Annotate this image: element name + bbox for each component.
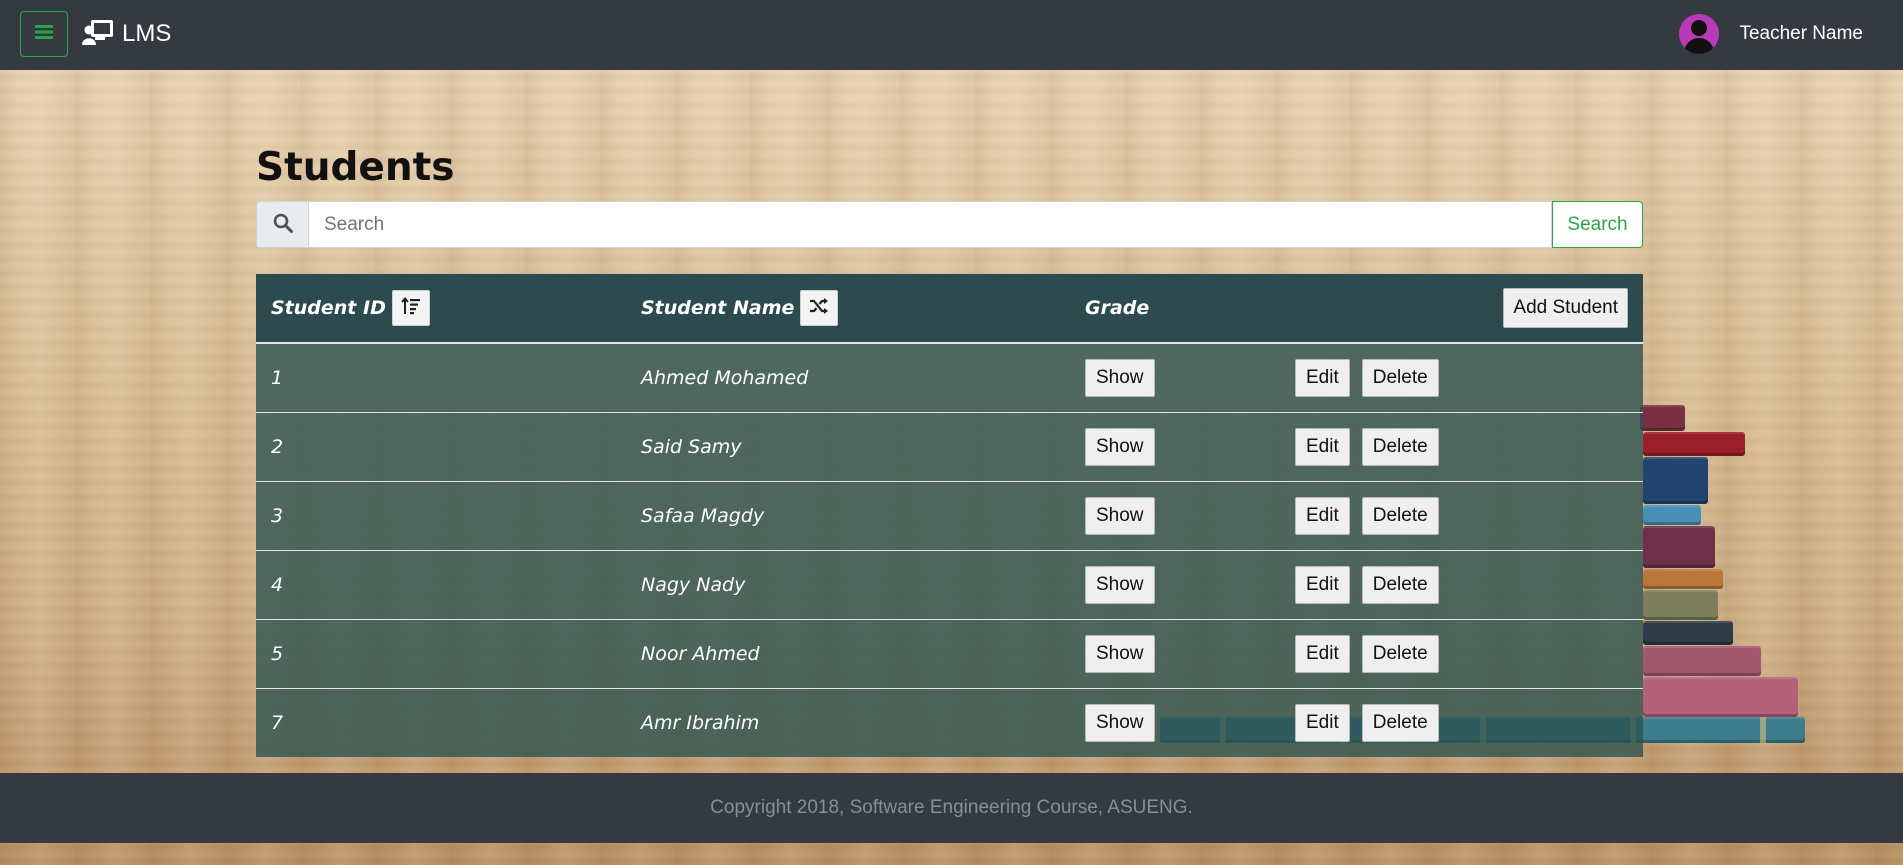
show-grade-button[interactable]: Show [1085, 704, 1155, 742]
row-actions: Edit Delete [1295, 482, 1439, 550]
row-actions: Edit Delete [1295, 551, 1439, 619]
edit-button[interactable]: Edit [1295, 428, 1350, 466]
sort-by-id-button[interactable] [391, 290, 430, 326]
search-addon [256, 201, 308, 248]
student-id-cell: 5 [271, 643, 284, 665]
brand-link[interactable]: LMS [82, 19, 171, 49]
delete-button[interactable]: Delete [1361, 566, 1439, 604]
student-name-cell: Amr Ibrahim [641, 712, 760, 734]
book-spine [1643, 621, 1733, 645]
book-spine [1643, 569, 1723, 589]
menu-toggle-button[interactable] [20, 11, 68, 57]
teacher-board-icon [82, 19, 114, 49]
show-grade-button[interactable]: Show [1085, 359, 1155, 397]
edit-button[interactable]: Edit [1295, 704, 1350, 742]
header-student-name-label: Student Name [641, 297, 795, 319]
row-actions: Edit Delete [1295, 620, 1439, 688]
brand-name: LMS [122, 20, 172, 47]
show-grade-button[interactable]: Show [1085, 635, 1155, 673]
table-header: Student ID Student Name Grade Add Studen… [256, 274, 1643, 344]
delete-button[interactable]: Delete [1361, 428, 1439, 466]
edit-button[interactable]: Edit [1295, 497, 1350, 535]
table-body: 1 Ahmed Mohamed Show Edit Delete 2 Said Samy Sh… [256, 344, 1643, 757]
table-row: 5 Noor Ahmed Show Edit Delete [256, 620, 1643, 689]
row-actions: Edit Delete [1295, 689, 1439, 757]
row-actions: Edit Delete [1295, 344, 1439, 412]
header-student-id-label: Student ID [271, 297, 386, 319]
show-grade-button[interactable]: Show [1085, 497, 1155, 535]
student-name-cell: Noor Ahmed [641, 643, 760, 665]
student-id-cell: 2 [271, 436, 284, 458]
user-menu[interactable]: Teacher Name [1679, 14, 1863, 54]
header-student-id: Student ID [271, 274, 430, 342]
students-table: Student ID Student Name Grade Add Studen… [256, 274, 1643, 757]
table-row: 1 Ahmed Mohamed Show Edit Delete [256, 344, 1643, 413]
grade-cell: Show [1085, 413, 1155, 481]
grade-cell: Show [1085, 620, 1155, 688]
book-spine [1643, 457, 1708, 504]
student-id-cell: 7 [271, 712, 284, 734]
top-navbar: LMS Teacher Name [0, 0, 1903, 70]
header-student-name: Student Name [641, 274, 839, 342]
grade-cell: Show [1085, 482, 1155, 550]
search-icon [273, 213, 293, 237]
delete-button[interactable]: Delete [1361, 635, 1439, 673]
table-row: 2 Said Samy Show Edit Delete [256, 413, 1643, 482]
search-input[interactable] [308, 201, 1552, 248]
student-id-cell: 3 [271, 505, 284, 527]
book-spine [1643, 646, 1761, 676]
show-grade-button[interactable]: Show [1085, 428, 1155, 466]
table-row: 4 Nagy Nady Show Edit Delete [256, 551, 1643, 620]
shuffle-icon [809, 297, 829, 320]
page-title: Students [256, 145, 455, 190]
hamburger-icon [35, 24, 53, 44]
search-bar: Search [256, 201, 1643, 248]
book-spine [1640, 405, 1685, 431]
edit-button[interactable]: Edit [1295, 635, 1350, 673]
grade-cell: Show [1085, 551, 1155, 619]
edit-button[interactable]: Edit [1295, 566, 1350, 604]
grade-cell: Show [1085, 689, 1155, 757]
footer: Copyright 2018, Software Engineering Cou… [0, 773, 1903, 843]
shuffle-names-button[interactable] [800, 290, 839, 326]
student-id-cell: 4 [271, 574, 284, 596]
table-row: 3 Safaa Magdy Show Edit Delete [256, 482, 1643, 551]
student-name-cell: Nagy Nady [641, 574, 746, 596]
book-spine [1643, 505, 1701, 525]
book-spine [1643, 432, 1745, 456]
grade-cell: Show [1085, 344, 1155, 412]
user-avatar-icon [1679, 14, 1720, 54]
table-row: 7 Amr Ibrahim Show Edit Delete [256, 689, 1643, 757]
row-actions: Edit Delete [1295, 413, 1439, 481]
student-name-cell: Safaa Magdy [641, 505, 765, 527]
sort-ascending-icon [401, 296, 421, 320]
student-name-cell: Ahmed Mohamed [641, 367, 809, 389]
book-spine [1643, 526, 1715, 568]
book-spine [1643, 677, 1798, 717]
edit-button[interactable]: Edit [1295, 359, 1350, 397]
delete-button[interactable]: Delete [1361, 704, 1439, 742]
footer-copyright: Copyright 2018, Software Engineering Cou… [710, 797, 1193, 818]
add-student-button[interactable]: Add Student [1503, 288, 1628, 328]
search-button[interactable]: Search [1552, 201, 1643, 248]
header-actions: Add Student [1503, 274, 1628, 342]
student-id-cell: 1 [271, 367, 284, 389]
book-spine [1643, 590, 1718, 620]
delete-button[interactable]: Delete [1361, 497, 1439, 535]
header-grade: Grade [1085, 297, 1150, 319]
student-name-cell: Said Samy [641, 436, 742, 458]
delete-button[interactable]: Delete [1361, 359, 1439, 397]
user-name: Teacher Name [1739, 23, 1863, 44]
show-grade-button[interactable]: Show [1085, 566, 1155, 604]
